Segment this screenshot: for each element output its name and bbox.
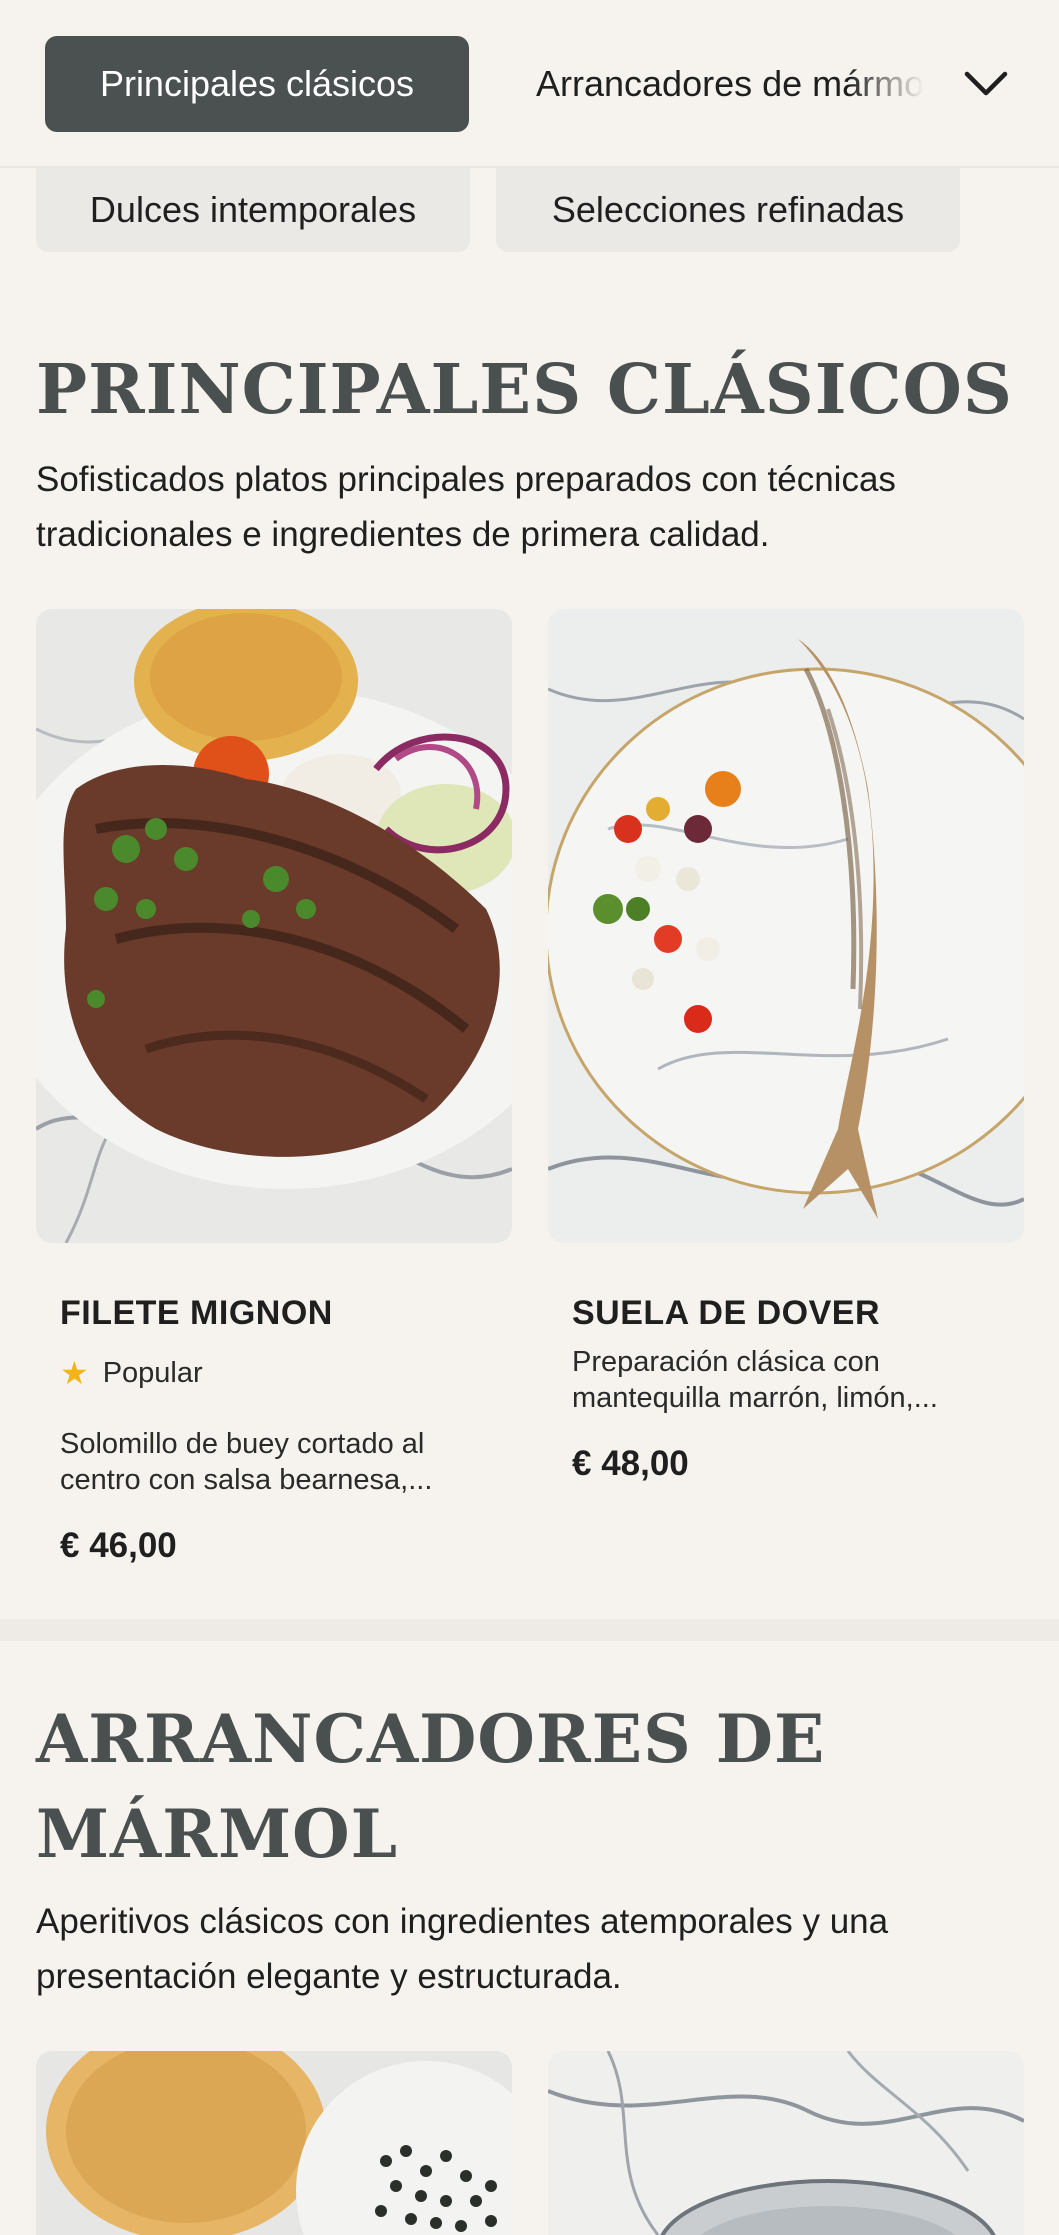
category-nav-row-2: Dulces intemporales Selecciones refinada…: [0, 168, 1059, 252]
grilled-steak-photo[interactable]: [36, 609, 512, 1243]
flatbread-caviar-photo[interactable]: [36, 2051, 512, 2235]
star-icon: ★: [60, 1355, 89, 1391]
tab-label: Dulces intemporales: [89, 189, 417, 230]
section-description: Aperitivos clásicos con ingredientes ate…: [36, 1902, 889, 1996]
tab-principales-clasicos[interactable]: Principales clásicos: [45, 36, 469, 132]
tab-fade-overlay: [848, 36, 938, 132]
badge-label: Popular: [102, 1356, 203, 1389]
dish-name: SUELA DE DOVER: [572, 1294, 881, 1332]
expand-categories-button[interactable]: [950, 52, 1022, 116]
section-description: Sofisticados platos principales preparad…: [36, 460, 896, 554]
dish-price: € 48,00: [572, 1444, 689, 1483]
category-nav: Principales clásicos Arrancadores de már…: [0, 0, 1059, 168]
section-title-line-2: MÁRMOL: [36, 1795, 399, 1873]
chevron-down-icon: [964, 71, 1008, 96]
tab-dulces-intemporales[interactable]: Dulces intemporales: [36, 168, 470, 252]
dish-description: Solomillo de buey cortado al centro con …: [60, 1428, 433, 1496]
tab-selecciones-refinadas[interactable]: Selecciones refinadas: [496, 168, 960, 252]
section-title: PRINCIPALES CLÁSICOS: [36, 350, 1013, 430]
popular-badge: ★ Popular: [60, 1354, 203, 1392]
marble-bowl-photo[interactable]: [548, 2051, 1024, 2235]
section-divider: [0, 1619, 1059, 1641]
tab-label: Principales clásicos: [99, 63, 415, 104]
grilled-fish-photo[interactable]: [548, 609, 1024, 1243]
dish-description: Preparación clásica con mantequilla marr…: [572, 1346, 938, 1414]
dish-price: € 46,00: [60, 1526, 177, 1565]
dish-name: FILETE MIGNON: [60, 1294, 333, 1332]
section-title-line-1: ARRANCADORES DE: [36, 1700, 826, 1778]
tab-arrancadores-de-marmol[interactable]: Arrancadores de mármol: [508, 36, 938, 132]
tab-label: Selecciones refinadas: [551, 189, 905, 230]
